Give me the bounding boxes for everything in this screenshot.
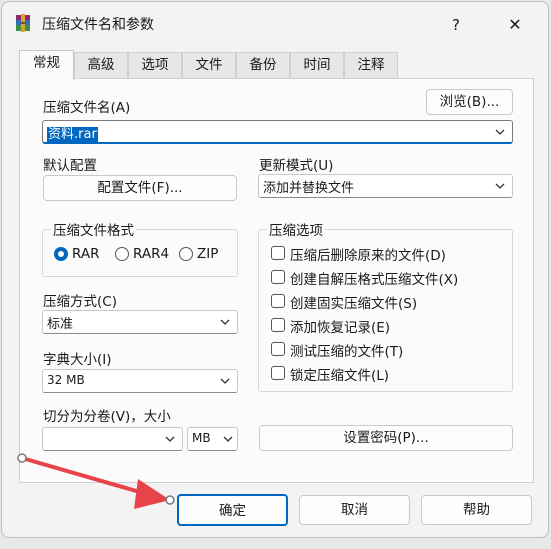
update-mode-select[interactable]: 添加并替换文件 — [258, 174, 513, 198]
compression-method-value: 标准 — [47, 317, 74, 332]
checkbox-recovery-label: 添加恢复记录(E) — [290, 320, 391, 336]
browse-button[interactable]: 浏览(B)... — [426, 89, 513, 115]
chevron-down-icon[interactable] — [219, 316, 231, 328]
checkbox-delete-after[interactable] — [271, 246, 285, 260]
checkbox-lock[interactable] — [271, 366, 285, 380]
checkbox-sfx-label: 创建自解压格式压缩文件(X) — [290, 272, 459, 288]
update-mode-label: 更新模式(U) — [259, 158, 334, 174]
tab-backup[interactable]: 备份 — [236, 52, 290, 78]
winrar-icon — [16, 14, 30, 32]
chevron-down-icon[interactable] — [494, 180, 506, 192]
general-panel: 压缩文件名(A) 浏览(B)... 资料.rar 默认配置 配置文件(F)...… — [19, 78, 534, 483]
profiles-button[interactable]: 配置文件(F)... — [43, 175, 237, 201]
title-bar: 压缩文件名和参数 ? ✕ — [2, 2, 548, 46]
split-volumes-label: 切分为分卷(V)，大小 — [43, 409, 171, 425]
checkbox-delete-after-label: 压缩后删除原来的文件(D) — [290, 248, 446, 264]
radio-zip-label: ZIP — [197, 246, 219, 262]
checkbox-solid-label: 创建固实压缩文件(S) — [290, 296, 418, 312]
dictionary-size-label: 字典大小(I) — [43, 352, 112, 368]
help-button[interactable]: 帮助 — [421, 495, 532, 525]
tab-comment[interactable]: 注释 — [344, 52, 398, 78]
chevron-down-icon[interactable] — [164, 433, 176, 445]
checkbox-test[interactable] — [271, 342, 285, 356]
set-password-button[interactable]: 设置密码(P)... — [259, 425, 513, 451]
archive-name-value: 资料.rar — [47, 127, 98, 142]
checkbox-sfx[interactable] — [271, 270, 285, 284]
window-title: 压缩文件名和参数 — [42, 17, 154, 33]
radio-zip[interactable] — [179, 247, 193, 261]
dictionary-size-value: 32 MB — [47, 373, 85, 387]
tab-general[interactable]: 常规 — [19, 50, 74, 80]
chevron-down-icon[interactable] — [219, 375, 231, 387]
radio-rar-label: RAR — [72, 246, 100, 262]
chevron-down-icon[interactable] — [222, 433, 234, 445]
archive-format-title: 压缩文件格式 — [51, 219, 136, 239]
radio-rar[interactable] — [54, 247, 68, 261]
archive-name-label: 压缩文件名(A) — [43, 100, 131, 116]
compression-method-select[interactable]: 标准 — [42, 310, 238, 334]
radio-rar4-label: RAR4 — [133, 246, 170, 262]
update-mode-value: 添加并替换文件 — [263, 181, 355, 196]
cancel-button[interactable]: 取消 — [299, 495, 410, 525]
archive-dialog: 压缩文件名和参数 ? ✕ 常规 高级 选项 文件 备份 时间 注释 压缩文件名(… — [1, 1, 549, 538]
tab-files[interactable]: 文件 — [182, 52, 236, 78]
default-profile-label: 默认配置 — [43, 158, 97, 174]
split-size-input[interactable] — [42, 427, 183, 451]
checkbox-solid[interactable] — [271, 294, 285, 308]
close-icon[interactable]: ✕ — [502, 12, 528, 38]
archive-name-input[interactable]: 资料.rar — [42, 120, 513, 144]
split-unit-value: MB — [192, 431, 211, 445]
ok-button[interactable]: 确定 — [177, 494, 288, 526]
tab-strip: 常规 高级 选项 文件 备份 时间 注释 — [19, 50, 399, 80]
help-icon[interactable]: ? — [445, 14, 467, 36]
radio-rar4[interactable] — [115, 247, 129, 261]
compression-method-label: 压缩方式(C) — [43, 294, 117, 310]
chevron-down-icon[interactable] — [494, 126, 506, 138]
checkbox-test-label: 测试压缩的文件(T) — [290, 344, 404, 360]
split-unit-select[interactable]: MB — [187, 427, 238, 451]
tab-time[interactable]: 时间 — [290, 52, 344, 78]
checkbox-recovery[interactable] — [271, 318, 285, 332]
checkbox-lock-label: 锁定压缩文件(L) — [290, 368, 390, 384]
dictionary-size-select[interactable]: 32 MB — [42, 369, 238, 393]
tab-advanced[interactable]: 高级 — [74, 52, 128, 78]
archive-options-title: 压缩选项 — [267, 219, 325, 239]
tab-options[interactable]: 选项 — [128, 52, 182, 78]
